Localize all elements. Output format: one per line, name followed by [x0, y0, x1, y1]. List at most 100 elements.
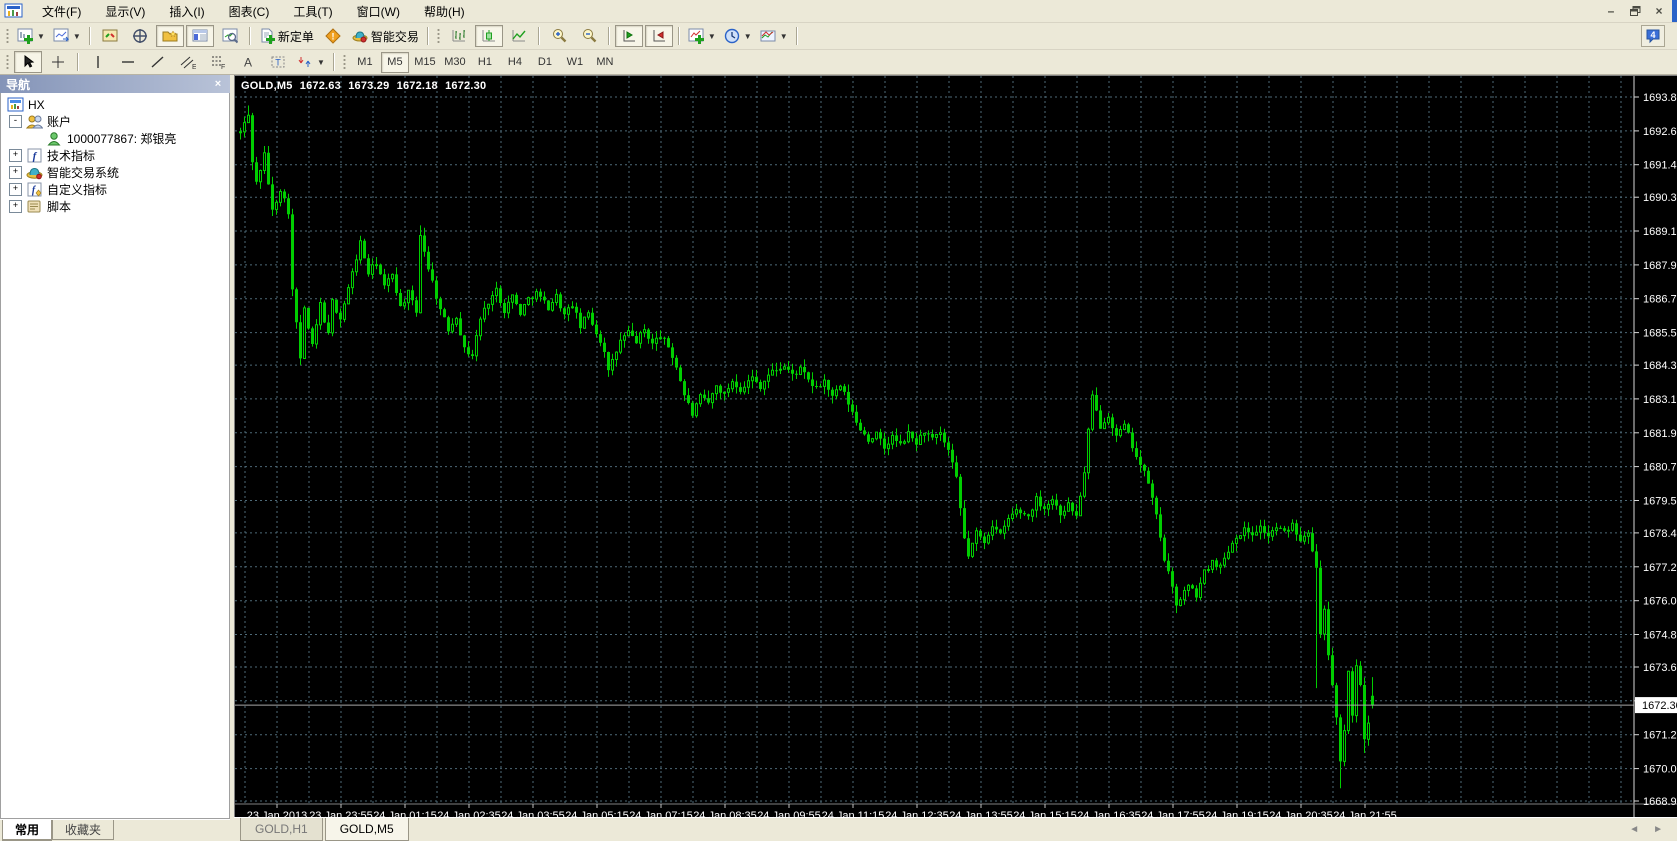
arrows-button[interactable]: ▼: [294, 51, 328, 73]
tree-item-4[interactable]: + 智能交易系统: [1, 164, 229, 181]
navigator-tab-0[interactable]: 常用: [2, 820, 53, 841]
tree-expand-box[interactable]: +: [9, 166, 22, 179]
fibonacci-button[interactable]: F: [204, 51, 232, 73]
menu-item-6[interactable]: 帮助(H): [412, 1, 477, 22]
navigator-close-button[interactable]: ×: [210, 77, 226, 92]
chart-column: 1693.85 1692.65 1691.45 1690.30 1689.10 1687.…: [234, 75, 1677, 841]
zoom-out-icon: [581, 28, 597, 44]
timeframe-mn-button[interactable]: MN: [591, 52, 619, 73]
navigator-button[interactable]: [155, 25, 184, 47]
menu-item-3[interactable]: 图表(C): [217, 1, 282, 22]
horizontal-line-button[interactable]: [114, 51, 142, 73]
mt4-window: 文件(F) 显示(V) 插入(I) 图表(C) 工具(T) 窗口(W) 帮助(H) – × …: [0, 0, 1677, 841]
chart-area[interactable]: 1693.85 1692.65 1691.45 1690.30 1689.10 1687.…: [234, 75, 1677, 822]
tab-scroll-right[interactable]: ►: [1653, 824, 1663, 835]
auto-scroll-button[interactable]: [614, 25, 643, 47]
timeframe-m1-button[interactable]: M1: [351, 52, 379, 73]
community-count: 4: [1650, 30, 1655, 40]
price-axis-label: 1678.40: [1643, 528, 1677, 540]
profiles-button[interactable]: ▼: [50, 25, 84, 47]
toolbar-separator: [248, 27, 251, 45]
tree-expand-box[interactable]: +: [9, 200, 22, 213]
menu-item-5[interactable]: 窗口(W): [345, 1, 412, 22]
menu-item-0[interactable]: 文件(F): [30, 1, 93, 22]
crosshair-icon: [50, 54, 66, 70]
timeframe-m15-button[interactable]: M15: [411, 52, 439, 73]
terminal-button[interactable]: [185, 25, 214, 47]
menu-item-2[interactable]: 插入(I): [157, 1, 216, 22]
templates-button[interactable]: ▼: [757, 25, 791, 47]
vertical-line-button[interactable]: [84, 51, 112, 73]
expert-alert-button[interactable]: !: [319, 25, 347, 47]
price-axis-label: 1673.65: [1643, 662, 1677, 674]
tree-item-1[interactable]: - 账户: [1, 113, 229, 130]
chart-tab-gold-h1[interactable]: GOLD,H1: [240, 818, 323, 841]
text-button[interactable]: A: [234, 51, 262, 73]
price-axis-label: 1684.35: [1643, 360, 1677, 372]
zoom-out-button[interactable]: [575, 25, 603, 47]
profiles-dropdown-icon[interactable]: ▼: [73, 32, 81, 41]
mt-logo-icon: [7, 97, 24, 112]
timeframe-h1-button[interactable]: H1: [471, 52, 499, 73]
cursor-button[interactable]: [14, 51, 42, 73]
timeframe-w1-button[interactable]: W1: [561, 52, 589, 73]
expert-icon: [26, 165, 43, 180]
tree-expand-box[interactable]: +: [9, 183, 22, 196]
minimize-button[interactable]: –: [1602, 3, 1620, 19]
expert-advisors-button[interactable]: 智能交易: [349, 25, 422, 47]
toolbar-grip[interactable]: [341, 53, 347, 71]
tree-item-0[interactable]: HX: [1, 96, 229, 113]
timeframe-d1-button[interactable]: D1: [531, 52, 559, 73]
tree-item-2[interactable]: 1000077867: 郑银亮: [1, 130, 229, 147]
candlestick-button[interactable]: [474, 25, 503, 47]
timeframe-h4-button[interactable]: H4: [501, 52, 529, 73]
strategy-tester-button[interactable]: [216, 25, 244, 47]
indicators-dropdown-icon[interactable]: ▼: [708, 32, 716, 41]
chart-close: 1672.30: [445, 80, 487, 92]
tree-item-5[interactable]: + f 自定义指标: [1, 181, 229, 198]
price-axis-label: 1680.75: [1643, 462, 1677, 474]
text-label-button[interactable]: T: [264, 51, 292, 73]
tab-scroll-left[interactable]: ◄: [1629, 824, 1639, 835]
tree-item-6[interactable]: + 脚本: [1, 198, 229, 215]
tree-expand-box[interactable]: -: [9, 115, 22, 128]
restore-button[interactable]: [1626, 3, 1644, 19]
toolbar-grip[interactable]: [435, 27, 441, 45]
bar-chart-button[interactable]: [445, 25, 473, 47]
chart-shift-icon: [651, 28, 667, 44]
crosshair-button[interactable]: [44, 51, 72, 73]
new-order-button[interactable]: 新定单: [256, 25, 317, 47]
chart-shift-button[interactable]: [644, 25, 673, 47]
new-chart-dropdown-icon[interactable]: ▼: [37, 32, 45, 41]
app-icon[interactable]: [4, 3, 24, 19]
toolbar-separator: [795, 27, 798, 45]
equidistant-channel-button[interactable]: E: [174, 51, 202, 73]
timeframe-m5-button[interactable]: M5: [380, 51, 409, 73]
new-chart-button[interactable]: ▼: [14, 25, 48, 47]
trendline-button[interactable]: [144, 51, 172, 73]
menu-item-1[interactable]: 显示(V): [93, 1, 157, 22]
tree-item-3[interactable]: + f 技术指标: [1, 147, 229, 164]
indicators-button[interactable]: ▼: [685, 25, 719, 47]
toolbar-grip[interactable]: [5, 53, 10, 71]
templates-dropdown-icon[interactable]: ▼: [780, 32, 788, 41]
timeframe-m30-button[interactable]: M30: [441, 52, 469, 73]
periods-dropdown-icon[interactable]: ▼: [744, 32, 752, 41]
data-window-button[interactable]: [126, 25, 154, 47]
tab-scroll-arrows: ◄ ►: [1629, 818, 1663, 840]
toolbar-tools: E F A T ▼ M1 M5 M15 M30 H1 H4 D1 W1 MN: [0, 50, 1677, 75]
periods-button[interactable]: ▼: [721, 25, 755, 47]
market-watch-button[interactable]: [96, 25, 124, 47]
chart-tab-gold-m5[interactable]: GOLD,M5: [324, 818, 409, 841]
arrows-dropdown-icon[interactable]: ▼: [317, 58, 325, 67]
navigator-tab-1[interactable]: 收藏夹: [52, 820, 115, 840]
toolbar-separator: [426, 27, 429, 45]
community-button[interactable]: 4: [1641, 25, 1665, 47]
zoom-in-button[interactable]: [545, 25, 573, 47]
price-axis-label: 1685.50: [1643, 328, 1677, 340]
toolbar-grip[interactable]: [5, 27, 10, 45]
close-button[interactable]: ×: [1650, 3, 1668, 19]
tree-expand-box[interactable]: +: [9, 149, 22, 162]
line-chart-button[interactable]: [505, 25, 533, 47]
menu-item-4[interactable]: 工具(T): [281, 1, 344, 22]
